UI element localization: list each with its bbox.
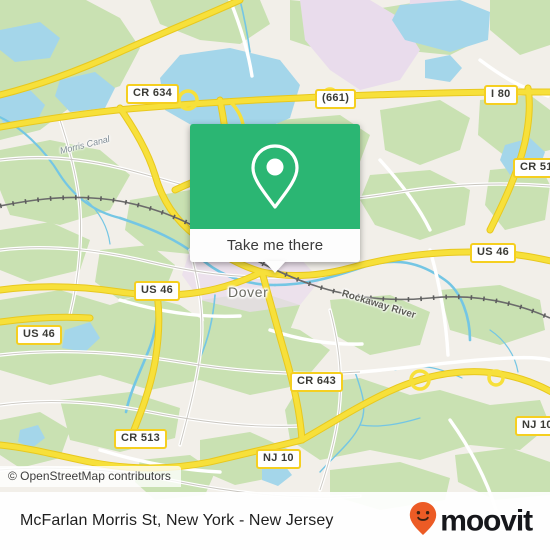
take-me-there-button[interactable]: Take me there — [190, 229, 360, 273]
popup-tail — [264, 261, 286, 273]
map-pin-icon — [247, 141, 303, 213]
road-shield-us-46-east[interactable]: US 46 — [470, 243, 517, 263]
moovit-smiley-pin-icon — [408, 501, 438, 542]
road-shield-cr-513-east[interactable]: CR 513 — [513, 158, 550, 178]
screenshot-root: Dover Morris Canal Rockaway River CR 634… — [0, 0, 550, 550]
road-shield-cr-634[interactable]: CR 634 — [126, 84, 180, 104]
road-shield-i-80[interactable]: I 80 — [484, 85, 518, 105]
road-shield-cr-513-south[interactable]: CR 513 — [114, 429, 168, 449]
road-shield-us-46-west[interactable]: US 46 — [16, 325, 63, 345]
moovit-wordmark: moovit — [440, 504, 533, 537]
take-me-there-label: Take me there — [226, 237, 324, 254]
place-label-dover: Dover — [228, 284, 269, 300]
map-attribution[interactable]: © OpenStreetMap contributors — [0, 466, 181, 487]
road-shield-cr-643[interactable]: CR 643 — [290, 372, 344, 392]
moovit-brand[interactable]: moovit — [408, 501, 533, 542]
road-shield-nj-10-east[interactable]: NJ 10 — [515, 416, 550, 436]
bottom-bar: McFarlan Morris St, New York - New Jerse… — [0, 492, 550, 550]
road-shield-nj-10-center[interactable]: NJ 10 — [256, 449, 301, 469]
page-title: McFarlan Morris St, New York - New Jerse… — [20, 512, 334, 529]
location-popup-card[interactable]: Take me there — [190, 124, 360, 273]
road-shield-us-46-center[interactable]: US 46 — [134, 281, 181, 301]
popup-header — [190, 124, 360, 229]
road-shield-661[interactable]: (661) — [315, 89, 357, 109]
